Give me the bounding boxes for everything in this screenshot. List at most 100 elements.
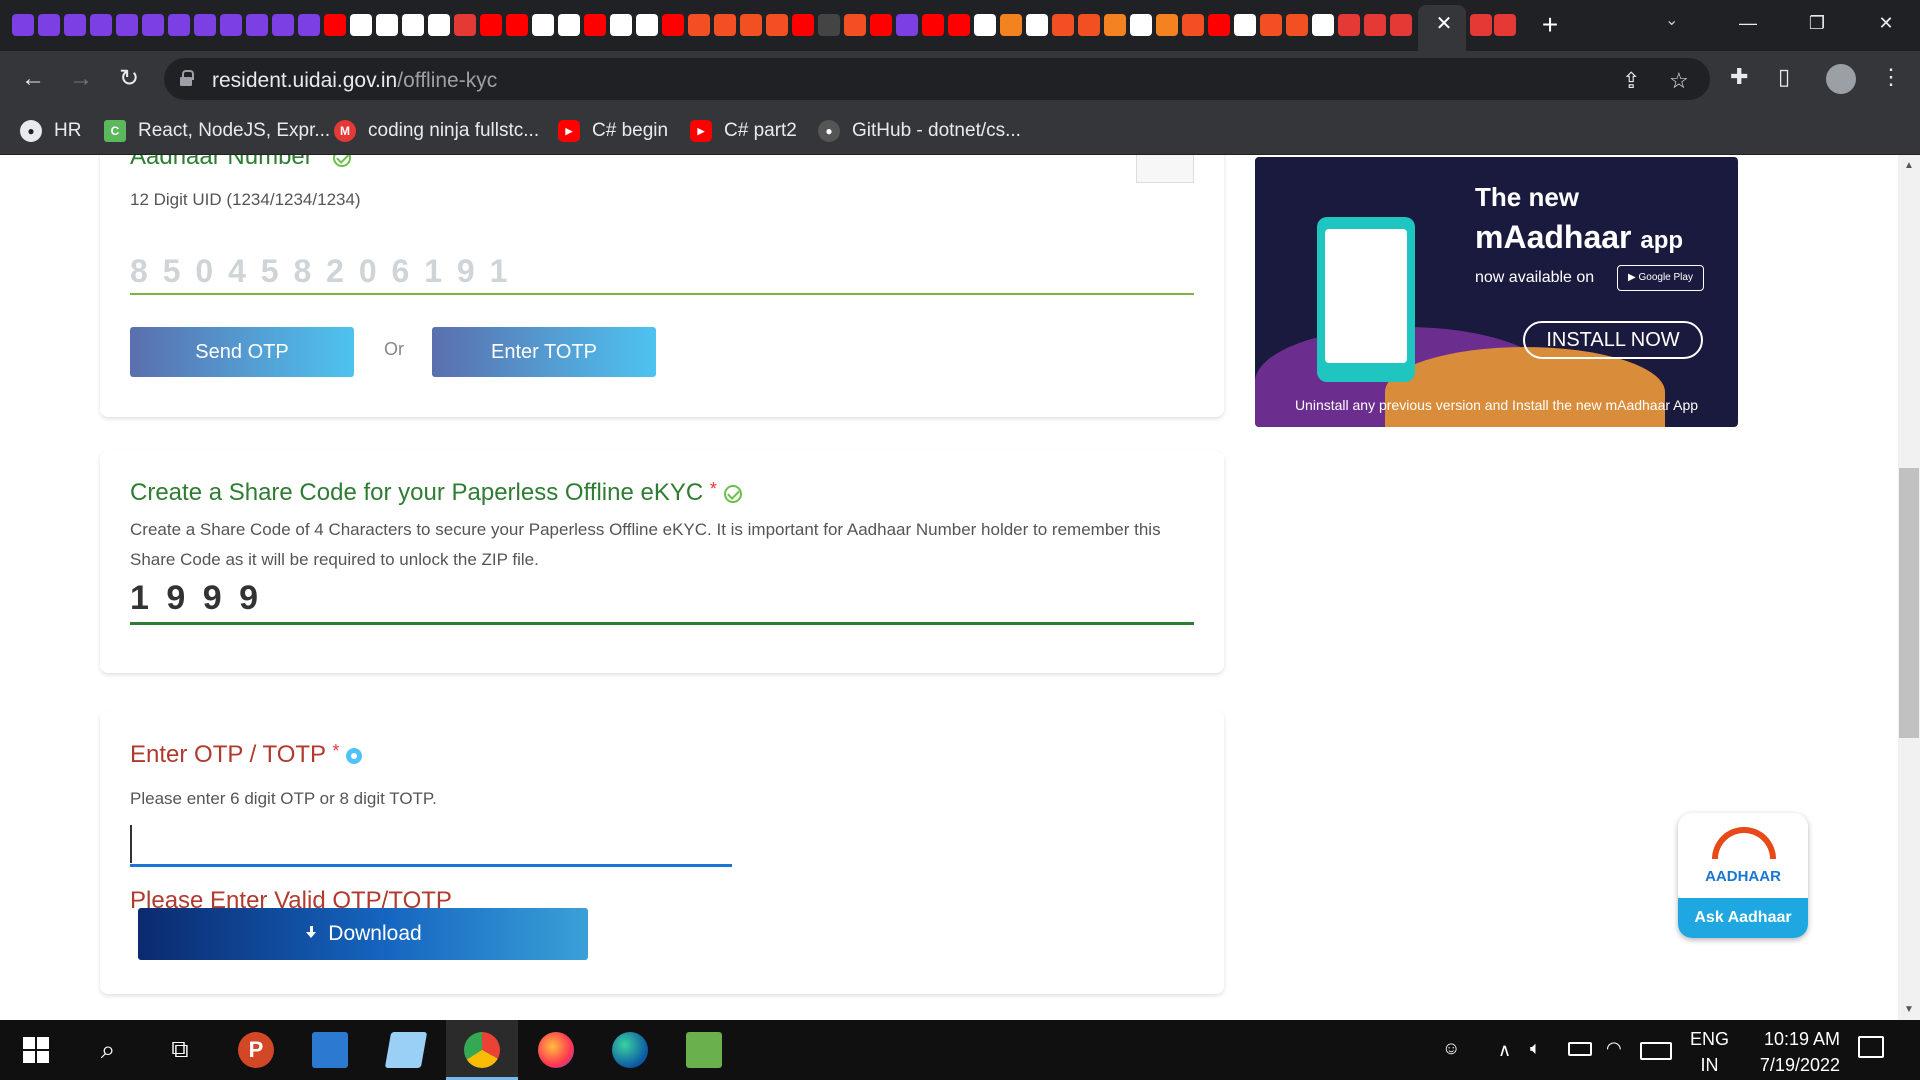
enter-totp-button[interactable]: Enter TOTP — [432, 327, 656, 377]
bookmarks-bar: ● HR C React, NodeJS, Expr... Mcoding ninj… — [0, 106, 1920, 155]
windows-start-icon[interactable] — [18, 1032, 54, 1068]
windows-taskbar — [0, 1020, 1920, 1080]
this-pc-icon[interactable] — [312, 1032, 348, 1068]
menu-icon[interactable]: ⋮ — [1880, 64, 1902, 90]
download-label: Download — [328, 922, 422, 945]
aadhaar-card-thumbnail — [1136, 155, 1194, 183]
bookmark-item[interactable]: ● HR — [20, 119, 81, 143]
required-mark: * — [319, 155, 326, 163]
people-icon[interactable]: ☺ — [1442, 1038, 1460, 1059]
github-icon: ● — [818, 120, 840, 142]
notepad-icon[interactable] — [384, 1032, 428, 1068]
volume-icon[interactable]: 🔈︎ — [1530, 1038, 1541, 1059]
bookmark-label: GitHub - dotnet/cs... — [852, 120, 1021, 141]
install-now-button[interactable]: INSTALL NOW — [1523, 321, 1703, 359]
task-view-icon[interactable]: ⧉ — [162, 1032, 198, 1068]
phone-illustration — [1317, 217, 1415, 382]
bookmark-label: HR — [54, 120, 82, 141]
required-mark: * — [332, 741, 340, 761]
aadhaar-hint: 12 Digit UID (1234/1234/1234) — [130, 190, 361, 209]
share-icon[interactable]: ⇪ — [1622, 68, 1640, 94]
lang-code: ENG — [1690, 1029, 1730, 1049]
share-code-hint: Create a Share Code of 4 Characters to s… — [130, 520, 1161, 569]
text-cursor — [130, 825, 132, 863]
bookmark-item[interactable]: ▶ C# part2 — [690, 119, 797, 143]
bookmark-star-icon[interactable]: ☆ — [1669, 68, 1689, 94]
paint-icon[interactable] — [686, 1032, 722, 1068]
scroll-down-arrow-icon[interactable]: ▼ — [1903, 1004, 1915, 1016]
otp-input[interactable] — [130, 823, 732, 867]
aadhaar-label-row: Aadhaar Number * — [130, 155, 352, 171]
bookmark-label: coding ninja fullstc... — [368, 120, 540, 141]
search-icon[interactable]: ⌕ — [90, 1032, 126, 1068]
aadhaar-label: Aadhaar Number — [130, 155, 313, 170]
side-panel-icon[interactable]: ▯ — [1778, 64, 1790, 90]
minimize-icon[interactable]: — — [1728, 8, 1768, 38]
clock[interactable]: 10:19 AM 7/19/2022 — [1740, 1026, 1840, 1078]
check-circle-icon — [333, 155, 352, 167]
google-play-badge[interactable]: ▶ Google Play — [1617, 265, 1704, 291]
language-indicator[interactable]: ENG IN — [1690, 1026, 1729, 1078]
ask-aadhaar-label: Ask Aadhaar — [1678, 898, 1808, 938]
or-separator: Or — [384, 339, 404, 359]
tray-chevron-icon[interactable]: ∧ — [1498, 1040, 1511, 1061]
forward-icon[interactable]: → — [66, 64, 96, 94]
extensions-icon[interactable]: ✚ — [1730, 64, 1748, 90]
reload-icon[interactable]: ↻ — [114, 64, 144, 94]
clock-time: 10:19 AM — [1763, 1029, 1840, 1049]
new-tab-icon[interactable]: + — [1535, 10, 1565, 40]
maadhaar-ad-banner[interactable]: The new mAadhaar app now available on ▶ … — [1255, 157, 1738, 427]
close-tab-icon[interactable]: ✕ — [1432, 12, 1456, 36]
tab-favicon[interactable] — [1494, 14, 1516, 36]
notifications-icon[interactable] — [1858, 1036, 1884, 1058]
ask-aadhaar-widget[interactable]: AADHAAR Ask Aadhaar — [1678, 813, 1808, 938]
tab-favicon[interactable] — [1470, 14, 1492, 36]
share-code-input-value: 1 9 9 9 — [130, 579, 262, 617]
otp-label: Enter OTP / TOTP — [130, 741, 326, 768]
chrome-icon[interactable] — [464, 1032, 500, 1068]
back-icon[interactable]: ← — [18, 64, 48, 94]
tab-search-chevron-icon[interactable]: ⌄ — [1665, 10, 1678, 30]
region-code: IN — [1700, 1055, 1719, 1075]
powerpoint-icon[interactable]: P — [238, 1032, 274, 1068]
wifi-icon[interactable]: ◠ — [1606, 1038, 1622, 1059]
close-window-icon[interactable]: ✕ — [1866, 8, 1906, 38]
loading-dot-icon — [346, 747, 362, 764]
aadhaar-card: Aadhaar Number * 12 Digit UID (1234/1234… — [100, 155, 1224, 417]
ad-app-name: mAadhaar app — [1475, 219, 1683, 256]
youtube-icon: ▶ — [690, 120, 712, 142]
ad-footer: Uninstall any previous version and Insta… — [1294, 397, 1699, 413]
aadhaar-logo-icon — [1712, 827, 1776, 859]
phone-screen — [1325, 229, 1407, 363]
ad-decoration — [1385, 347, 1665, 427]
bookmark-label: React, NodeJS, Expr... — [138, 120, 331, 141]
bookmark-item[interactable]: ● GitHub - dotnet/cs... — [818, 119, 1021, 143]
aadhaar-input[interactable]: 8 5 0 4 5 8 2 0 6 1 9 1 — [130, 245, 1194, 295]
share-code-input[interactable]: 1 9 9 9 — [130, 575, 1194, 625]
browser-tab-strip: ✕ + ⌄ — ❐ ✕ — [0, 0, 1920, 51]
ad-availability: now available on — [1475, 269, 1595, 286]
send-otp-button[interactable]: Send OTP — [130, 327, 354, 377]
firefox-icon[interactable] — [538, 1032, 574, 1068]
download-button[interactable]: Download — [138, 908, 588, 960]
profile-avatar[interactable] — [1826, 64, 1856, 94]
bookmark-item[interactable]: ▶ C# begin — [558, 119, 668, 143]
edge-icon[interactable] — [612, 1032, 648, 1068]
share-code-card: Create a Share Code for your Paperless O… — [100, 451, 1224, 673]
url-text[interactable]: resident.uidai.gov.in/offline-kyc — [212, 69, 497, 93]
scroll-up-arrow-icon[interactable]: ▲ — [1903, 160, 1915, 172]
otp-hint: Please enter 6 digit OTP or 8 digit TOTP… — [130, 789, 437, 808]
keyboard-icon[interactable] — [1640, 1042, 1672, 1060]
youtube-icon: ▶ — [558, 120, 580, 142]
lock-icon[interactable] — [180, 70, 194, 86]
scrollbar-thumb[interactable] — [1899, 468, 1919, 738]
store-badge-label: Google Play — [1638, 272, 1693, 283]
bookmark-item[interactable]: Mcoding ninja fullstc... — [334, 119, 539, 143]
aadhaar-input-value: 8 5 0 4 5 8 2 0 6 1 9 1 — [130, 253, 511, 289]
address-bar[interactable]: resident.uidai.gov.in/offline-kyc ⇪ ☆ — [164, 58, 1710, 100]
ad-headline: The new — [1475, 182, 1580, 212]
restore-icon[interactable]: ❐ — [1797, 8, 1837, 38]
tab-favicons[interactable] — [12, 14, 1412, 38]
battery-icon[interactable] — [1568, 1042, 1592, 1056]
bookmark-item[interactable]: C React, NodeJS, Expr... — [104, 119, 330, 143]
